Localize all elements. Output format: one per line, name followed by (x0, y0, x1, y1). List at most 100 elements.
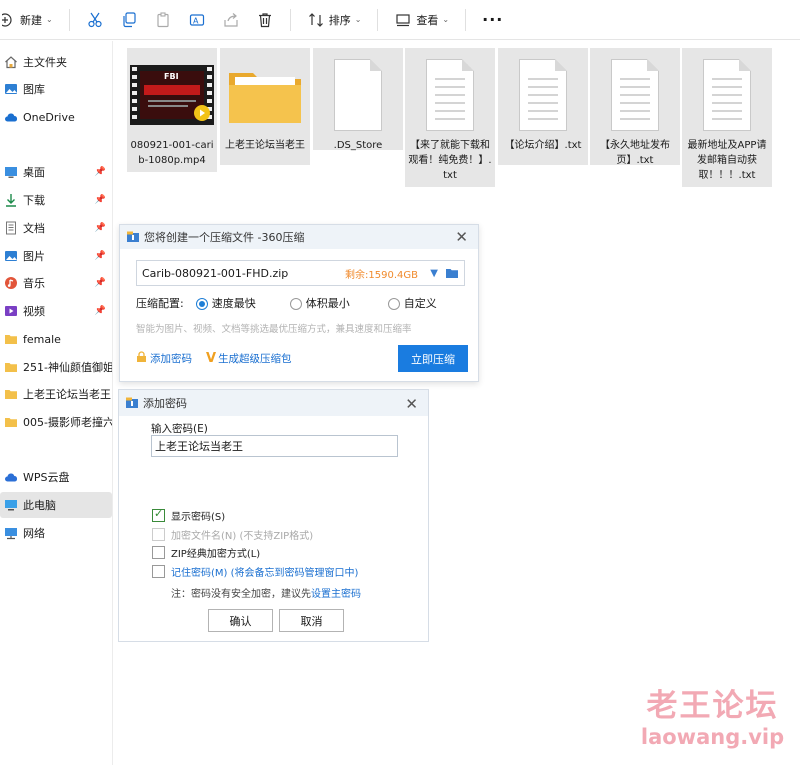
file-item-txt-3[interactable]: 【永久地址发布页】.txt (590, 48, 680, 166)
pin-icon[interactable]: 📌 (95, 195, 106, 205)
sidebar-item-downloads[interactable]: 下载 📌 (0, 187, 112, 213)
option-custom[interactable]: 自定义 (387, 295, 437, 311)
sidebar-item-this-pc[interactable]: 此电脑 (0, 492, 112, 518)
cancel-button[interactable]: 取消 (279, 609, 344, 632)
folder-icon (4, 332, 18, 346)
text-file-thumbnail (405, 52, 495, 138)
sidebar-item-desktop[interactable]: 桌面 📌 (0, 159, 112, 185)
sidebar-item-folder-005[interactable]: 005-摄影师老撞六 (0, 409, 112, 435)
gallery-icon (4, 82, 18, 96)
sidebar-item-home[interactable]: 主文件夹 (0, 49, 112, 75)
pin-icon[interactable]: 📌 (95, 223, 106, 233)
more-button[interactable]: ··· (474, 6, 511, 34)
copy-button[interactable] (112, 6, 146, 34)
sidebar-item-folder-251[interactable]: 251-神仙颜值御姐 (0, 354, 112, 380)
v-badge-icon: V (206, 351, 217, 366)
sidebar-item-gallery[interactable]: 图库 (0, 76, 112, 102)
close-icon[interactable]: ✕ (455, 228, 468, 246)
sort-button[interactable]: 排序 ⌄ (299, 6, 370, 34)
chevron-down-icon: ⌄ (354, 15, 362, 24)
delete-button[interactable] (248, 6, 282, 34)
password-input[interactable]: 上老王论坛当老王 (151, 435, 398, 457)
super-pack-link[interactable]: V 生成超级压缩包 (206, 351, 292, 366)
watermark-cn: 老王论坛 (646, 688, 779, 724)
sidebar-item-music[interactable]: 音乐 📌 (0, 270, 112, 296)
view-button[interactable]: 查看 ⌄ (386, 6, 457, 34)
cut-button[interactable] (78, 6, 112, 34)
view-icon (394, 11, 412, 29)
remaining-space: 剩余:1590.4GB (345, 269, 418, 281)
new-label: 新建 (20, 13, 42, 27)
remember-password-label: 记住密码(M) (将会备忘到密码管理窗口中) (171, 568, 359, 579)
file-item-txt-4[interactable]: 最新地址及APP请发邮箱自动获取！！！.txt (682, 48, 772, 187)
dropdown-arrow-icon[interactable]: ▼ (430, 268, 438, 279)
folder-thumbnail (220, 52, 310, 138)
folder-browse-icon[interactable] (445, 266, 459, 283)
file-name: 【来了就能下载和观看！纯免费！】.txt (408, 140, 492, 181)
sidebar-item-network[interactable]: 网络 (0, 520, 112, 546)
file-item-folder[interactable]: 上老王论坛当老王 (220, 48, 310, 165)
sidebar-item-female[interactable]: female (0, 326, 112, 352)
sidebar-item-wps-cloud[interactable]: WPS云盘 (0, 464, 112, 490)
file-item-txt-1[interactable]: 【来了就能下载和观看！纯免费！】.txt (405, 48, 495, 187)
sidebar-item-label: 图库 (23, 83, 45, 96)
video-thumbnail (127, 52, 217, 138)
sidebar-item-videos[interactable]: 视频 📌 (0, 298, 112, 324)
watermark: 老王论坛 laowang.vip (640, 688, 785, 750)
file-item-txt-2[interactable]: 【论坛介绍】.txt (498, 48, 588, 165)
command-bar: 新建 ⌄ A 排序 ⌄ 查看 ⌄ ··· (0, 0, 800, 40)
360-zip-icon (126, 230, 140, 244)
set-master-password-link[interactable]: 设置主密码 (311, 589, 361, 600)
video-thumb-title: FBI (164, 72, 179, 81)
show-password-label: 显示密码(S) (171, 512, 226, 523)
sidebar-item-label: 下载 (23, 194, 45, 207)
zip-filename-field[interactable]: Carib-080921-001-FHD.zip 剩余:1590.4GB ▼ (136, 260, 465, 286)
new-button[interactable]: 新建 ⌄ (0, 6, 61, 34)
compress-now-button[interactable]: 立即压缩 (398, 345, 468, 372)
zip-classic-label: ZIP经典加密方式(L) (171, 549, 261, 560)
plus-circle-icon (0, 11, 18, 29)
show-password-checkbox[interactable] (152, 507, 165, 522)
sidebar-item-documents[interactable]: 文档 📌 (0, 215, 112, 241)
sidebar-item-label: 上老王论坛当老王 (23, 388, 111, 401)
share-button[interactable] (214, 6, 248, 34)
add-password-link[interactable]: 添加密码 (136, 351, 192, 366)
zip-classic-checkbox[interactable] (152, 546, 165, 559)
compress-config-row: 压缩配置: 速度最快 体积最小 自定义 (136, 295, 437, 311)
pin-icon[interactable]: 📌 (95, 167, 106, 177)
file-item-ds-store[interactable]: .DS_Store (313, 48, 403, 151)
text-file-thumbnail (498, 52, 588, 138)
blank-file-thumbnail (313, 52, 403, 138)
remember-password-checkbox[interactable] (152, 565, 165, 578)
pin-icon[interactable]: 📌 (95, 251, 106, 261)
confirm-button[interactable]: 确认 (208, 609, 273, 632)
sidebar-item-pictures[interactable]: 图片 📌 (0, 243, 112, 269)
pin-icon[interactable]: 📌 (95, 278, 106, 288)
watermark-url: laowang.vip (640, 725, 785, 749)
sidebar-item-onedrive[interactable]: OneDrive (0, 104, 112, 130)
file-name: 【永久地址发布页】.txt (600, 140, 670, 166)
copy-icon (120, 11, 138, 29)
pin-icon[interactable]: 📌 (95, 306, 106, 316)
encrypt-filename-checkbox[interactable] (152, 528, 165, 541)
music-icon (4, 276, 18, 290)
sidebar-item-label: OneDrive (23, 110, 75, 124)
paste-icon (154, 11, 172, 29)
option-fastest[interactable]: 速度最快 (195, 295, 256, 311)
rename-button[interactable]: A (180, 6, 214, 34)
view-label: 查看 (416, 13, 439, 27)
folder-icon (229, 73, 301, 123)
computer-icon (4, 498, 18, 512)
file-item-video[interactable]: 080921-001-carib-1080p.mp4 FBI (127, 48, 217, 172)
sidebar-item-label: 网络 (23, 527, 45, 540)
toolbar-divider (377, 8, 379, 31)
close-icon[interactable]: ✕ (405, 395, 418, 413)
paste-button[interactable] (146, 6, 180, 34)
text-file-icon (426, 59, 474, 131)
file-name: 【论坛介绍】.txt (504, 140, 582, 151)
text-file-icon (611, 59, 659, 131)
toolbar-divider (68, 8, 70, 31)
sidebar-item-folder-laowang[interactable]: 上老王论坛当老王 (0, 381, 112, 407)
option-smallest[interactable]: 体积最小 (289, 295, 350, 311)
sort-icon (307, 11, 325, 29)
